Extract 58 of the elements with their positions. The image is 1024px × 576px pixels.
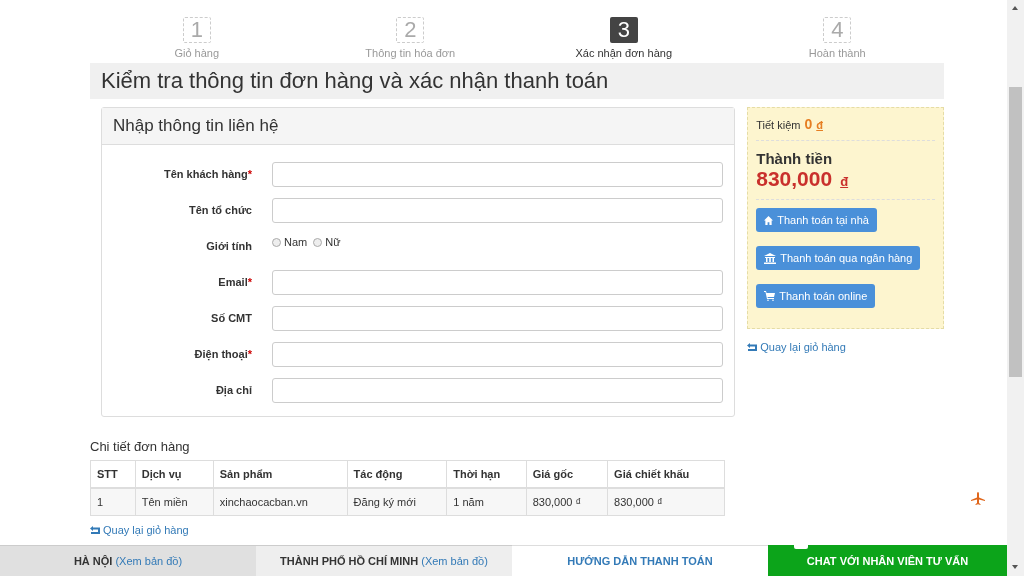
- home-icon: [764, 215, 774, 225]
- table-cell: 1 năm: [446, 488, 527, 516]
- step-number: 4: [823, 17, 852, 43]
- office-tab[interactable]: HÀ NỘI (Xem bản đồ): [0, 545, 256, 576]
- airplane-icon[interactable]: [971, 492, 985, 506]
- step-label: Thông tin hóa đơn: [365, 47, 456, 59]
- field-label: Địa chỉ: [215, 384, 252, 396]
- currency-symbol: đ: [816, 119, 823, 131]
- input-field[interactable]: [272, 269, 724, 295]
- table-cell: 830,000 ₫: [526, 488, 608, 516]
- input-field[interactable]: [272, 197, 724, 223]
- field-label: Tên tổ chức: [189, 204, 252, 216]
- payment-button[interactable]: Thanh toán qua ngân hàng: [756, 246, 921, 270]
- savings-label: Tiết kiệm: [756, 119, 801, 131]
- radio-label: Nữ: [325, 236, 341, 248]
- step-number: 2: [396, 17, 425, 43]
- table-cell: 830,000 ₫: [607, 488, 725, 516]
- required-mark: *: [247, 348, 252, 360]
- table-cell: Đăng ký mới: [347, 488, 447, 516]
- return-icon: [90, 526, 100, 534]
- field-label: Số CMT: [211, 312, 252, 324]
- return-icon: [747, 343, 758, 351]
- required-mark: *: [247, 168, 252, 180]
- field-label: Giới tính: [206, 240, 252, 252]
- total-label: Thành tiền: [756, 150, 834, 167]
- field-label: Email: [218, 276, 248, 288]
- page-title: Kiểm tra thông tin đơn hàng và xác nhận thanh toán: [90, 63, 944, 99]
- savings-value: 0: [804, 116, 813, 132]
- back-link[interactable]: Quay lại giỏ hàng: [747, 341, 846, 353]
- currency-symbol: đ: [840, 174, 849, 189]
- step-number: 1: [182, 17, 211, 43]
- back-link[interactable]: Quay lại giỏ hàng: [90, 524, 189, 536]
- step-label: Giỏ hàng: [174, 47, 220, 59]
- field-label: Điện thoại: [194, 348, 248, 360]
- table-cell: 1: [90, 488, 136, 516]
- office-tab[interactable]: THÀNH PHỐ HỒ CHÍ MINH (Xem bản đồ): [256, 545, 512, 576]
- panel-title: Nhập thông tin liên hệ: [113, 116, 279, 135]
- scrollbar[interactable]: [1007, 0, 1024, 576]
- cart-icon: [764, 291, 776, 301]
- payment-button[interactable]: Thanh toán online: [756, 284, 876, 308]
- input-field[interactable]: [272, 341, 724, 367]
- step-label: Hoàn thành: [808, 47, 866, 59]
- input-field[interactable]: [272, 305, 724, 331]
- radio-label: Nam: [284, 236, 308, 248]
- total-value: 830,000: [756, 167, 833, 191]
- radio-button[interactable]: [313, 237, 323, 247]
- section-title: Chi tiết đơn hàng: [90, 439, 191, 454]
- required-mark: *: [247, 276, 252, 288]
- bank-icon: [764, 252, 777, 264]
- radio-button[interactable]: [272, 237, 281, 247]
- step-label: Xác nhận đơn hàng: [575, 47, 672, 59]
- payment-button[interactable]: Thanh toán tại nhà: [756, 208, 877, 232]
- table-cell: xinchaocacban.vn: [213, 488, 348, 516]
- table-cell: Tên miền: [135, 488, 214, 516]
- input-field[interactable]: [272, 161, 724, 187]
- step-number: 3: [609, 17, 638, 43]
- input-field[interactable]: [272, 377, 724, 403]
- field-label: Tên khách hàng: [163, 168, 248, 180]
